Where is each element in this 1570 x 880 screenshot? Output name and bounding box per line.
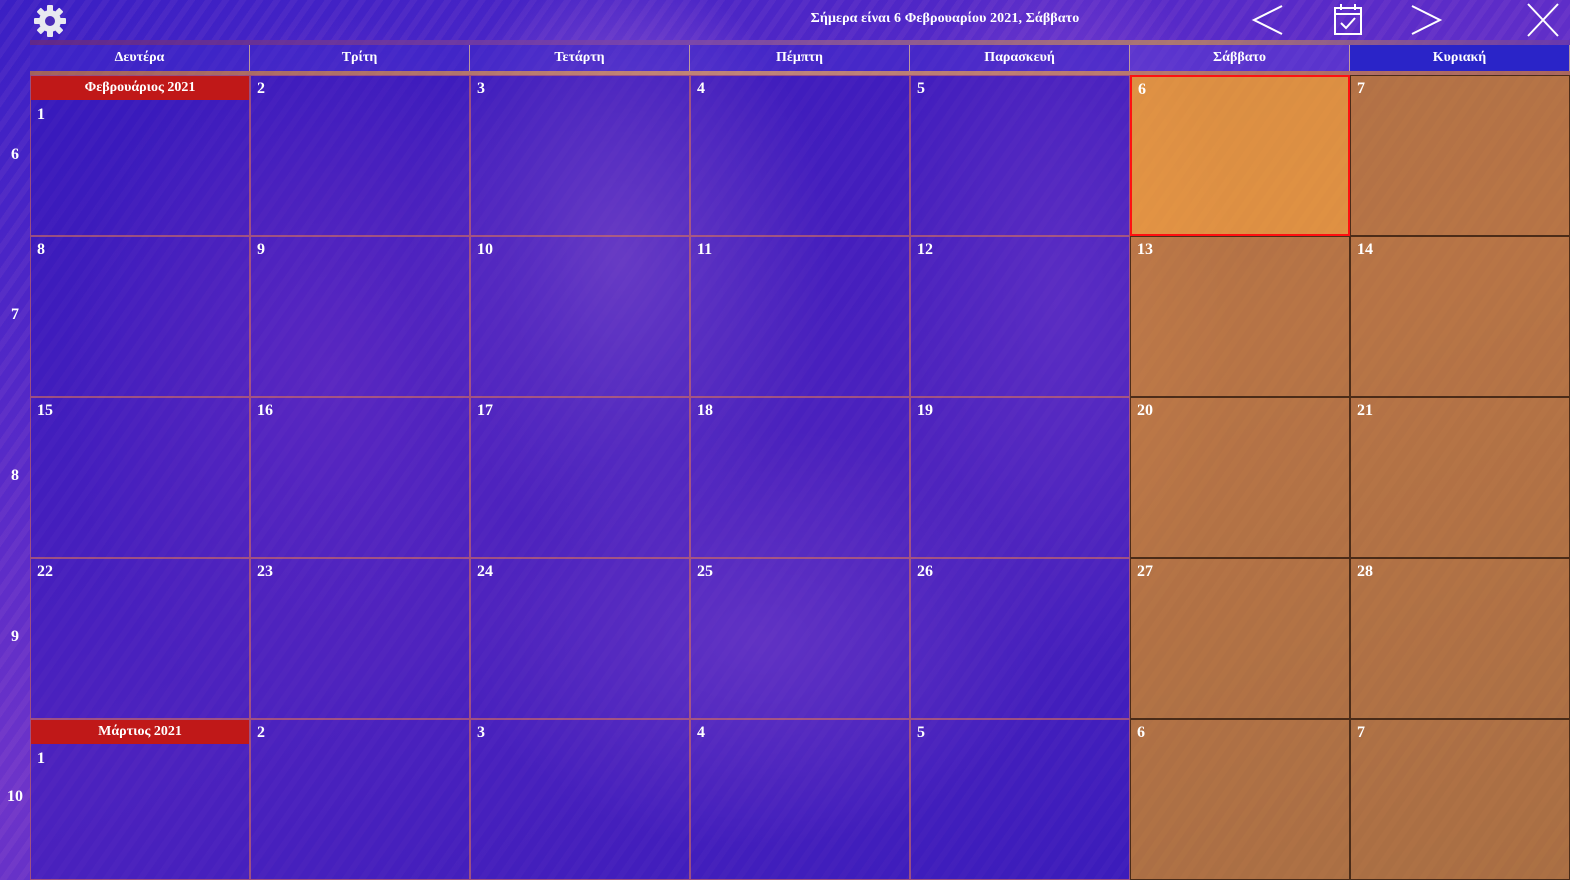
day-cell[interactable]: Φεβρουάριος 2021 1 [30,75,250,236]
day-cell[interactable]: 23 [250,558,470,719]
day-cell[interactable]: 7 [1350,75,1570,236]
day-cell[interactable]: 20 [1130,397,1350,558]
day-number: 6 [1138,81,1146,98]
week-number: 6 [11,146,19,163]
week-number-column: 6 7 8 9 10 [0,75,30,880]
week-number: 8 [11,467,19,484]
week-number: 10 [7,788,23,805]
weekday-tuesday: Τρίτη [250,45,470,71]
day-number: 5 [917,80,925,97]
day-number: 13 [1137,241,1153,258]
day-cell[interactable]: 7 [1350,719,1570,880]
weekday-header: Δευτέρα Τρίτη Τετάρτη Πέμπτη Παρασκευή Σ… [30,45,1570,71]
day-cell[interactable]: 13 [1130,236,1350,397]
day-number: 4 [697,724,705,741]
day-cell[interactable]: 2 [250,719,470,880]
weekday-thursday: Πέμπτη [690,45,910,71]
day-number: 17 [477,402,493,419]
chevron-right-icon[interactable] [1406,2,1446,38]
chevron-left-icon[interactable] [1248,2,1288,38]
week-number: 7 [11,306,19,323]
day-number: 20 [1137,402,1153,419]
day-number: 14 [1357,241,1373,258]
day-cell[interactable]: 27 [1130,558,1350,719]
day-number: 1 [37,106,45,123]
day-cell[interactable]: 11 [690,236,910,397]
day-number: 8 [37,241,45,258]
day-cell[interactable]: Μάρτιος 2021 1 [30,719,250,880]
day-number: 2 [257,724,265,741]
weekday-friday: Παρασκευή [910,45,1130,71]
day-cell[interactable]: 10 [470,236,690,397]
day-cell[interactable]: 15 [30,397,250,558]
day-cell[interactable]: 25 [690,558,910,719]
day-number: 26 [917,563,933,580]
day-number: 10 [477,241,493,258]
day-number: 18 [697,402,713,419]
gear-icon[interactable] [32,3,68,39]
day-cell[interactable]: 2 [250,75,470,236]
day-cell[interactable]: 5 [910,75,1130,236]
day-cell[interactable]: 24 [470,558,690,719]
day-number: 6 [1137,724,1145,741]
month-label: Μάρτιος 2021 [31,720,249,744]
day-cell[interactable]: 17 [470,397,690,558]
day-cell[interactable]: 6 [1130,719,1350,880]
day-number: 21 [1357,402,1373,419]
day-number: 12 [917,241,933,258]
day-number: 24 [477,563,493,580]
top-bar: Σήμερα είναι 6 Φεβρουαρίου 2021, Σάββατο [0,0,1570,40]
day-number: 19 [917,402,933,419]
day-number: 22 [37,563,53,580]
calendar-check-icon[interactable] [1328,2,1368,38]
day-cell[interactable]: 3 [470,719,690,880]
month-label: Φεβρουάριος 2021 [31,76,249,100]
close-icon[interactable] [1522,2,1562,38]
day-number: 9 [257,241,265,258]
day-cell[interactable]: 18 [690,397,910,558]
day-cell[interactable]: 26 [910,558,1130,719]
today-title: Σήμερα είναι 6 Φεβρουαρίου 2021, Σάββατο [810,11,1080,26]
day-cell[interactable]: 22 [30,558,250,719]
day-number: 16 [257,402,273,419]
day-cell[interactable]: 12 [910,236,1130,397]
month-grid: Φεβρουάριος 2021 1 2 3 4 5 6 7 8 9 10 11… [30,75,1570,880]
weekday-sunday: Κυριακή [1350,45,1570,71]
weekday-wednesday: Τετάρτη [470,45,690,71]
day-cell[interactable]: 3 [470,75,690,236]
day-number: 11 [697,241,713,258]
day-cell[interactable]: 19 [910,397,1130,558]
day-cell[interactable]: 9 [250,236,470,397]
day-number: 3 [477,80,485,97]
day-cell[interactable]: 16 [250,397,470,558]
day-number: 25 [697,563,713,580]
day-number: 28 [1357,563,1373,580]
day-cell[interactable]: 28 [1350,558,1570,719]
day-cell[interactable]: 8 [30,236,250,397]
week-number: 9 [11,628,19,645]
day-cell[interactable]: 21 [1350,397,1570,558]
day-number: 4 [697,80,705,97]
day-number: 1 [37,750,45,767]
day-number: 5 [917,724,925,741]
day-number: 2 [257,80,265,97]
day-cell[interactable]: 14 [1350,236,1570,397]
day-number: 23 [257,563,273,580]
day-number: 7 [1357,724,1365,741]
day-number: 15 [37,402,53,419]
day-cell[interactable]: 4 [690,75,910,236]
day-number: 3 [477,724,485,741]
weekday-monday: Δευτέρα [30,45,250,71]
day-number: 27 [1137,563,1153,580]
weekday-saturday: Σάββατο [1130,45,1350,71]
day-cell[interactable]: 5 [910,719,1130,880]
day-number: 7 [1357,80,1365,97]
day-cell[interactable]: 4 [690,719,910,880]
day-cell-today[interactable]: 6 [1130,75,1350,236]
